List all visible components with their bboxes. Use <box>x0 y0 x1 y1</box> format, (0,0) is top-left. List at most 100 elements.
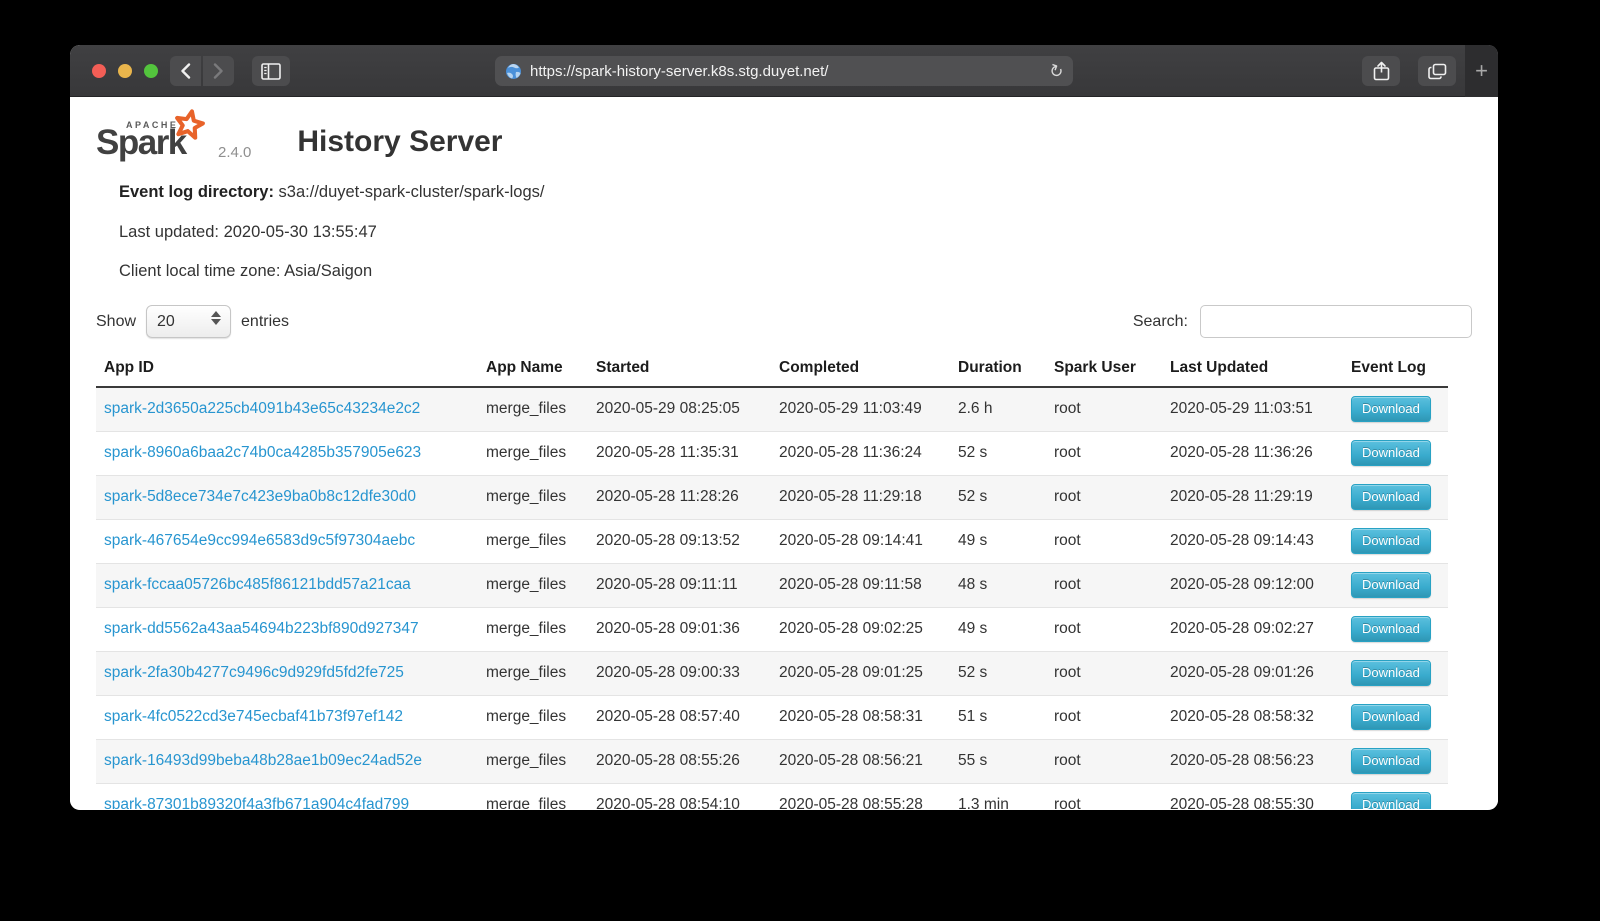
table-row: spark-2d3650a225cb4091b43e65c43234e2c2me… <box>96 387 1448 432</box>
completed-cell: 2020-05-28 09:11:58 <box>771 563 950 607</box>
table-header-row: App IDApp NameStartedCompletedDurationSp… <box>96 352 1448 387</box>
column-header-app-id[interactable]: App ID <box>96 352 478 387</box>
chevron-left-icon <box>180 63 191 79</box>
column-header-started[interactable]: Started <box>588 352 771 387</box>
column-header-spark-user[interactable]: Spark User <box>1046 352 1162 387</box>
started-cell: 2020-05-28 09:11:11 <box>588 563 771 607</box>
table-row: spark-dd5562a43aa54694b223bf890d927347me… <box>96 607 1448 651</box>
app-id-cell: spark-2d3650a225cb4091b43e65c43234e2c2 <box>96 387 478 432</box>
started-cell: 2020-05-29 08:25:05 <box>588 387 771 432</box>
table-row: spark-2fa30b4277c9496c9d929fd5fd2fe725 me… <box>96 651 1448 695</box>
show-label: Show <box>96 313 136 331</box>
spark-logo[interactable]: APACHE Spark <box>96 111 208 163</box>
app-id-cell: spark-4fc0522cd3e745ecbaf41b73f97ef142 <box>96 695 478 739</box>
app-id-link[interactable]: spark-8960a6baa2c74b0ca4285b357905e623 <box>104 444 421 461</box>
app-id-link[interactable]: spark-4fc0522cd3e745ecbaf41b73f97ef142 <box>104 708 403 725</box>
search-input[interactable] <box>1200 305 1472 338</box>
completed-cell: 2020-05-28 08:58:31 <box>771 695 950 739</box>
app-id-link[interactable]: spark-87301b89320f4a3fb671a904c4fad799 <box>104 796 409 809</box>
column-header-last-updated[interactable]: Last Updated <box>1162 352 1343 387</box>
close-button[interactable] <box>92 64 106 78</box>
event-log-cell: Download <box>1343 695 1448 739</box>
refresh-icon[interactable]: ↻ <box>1046 61 1065 82</box>
duration-cell: 52 s <box>950 475 1046 519</box>
app-id-cell: spark-16493d99beba48b28ae1b09ec24ad52e <box>96 739 478 783</box>
download-button[interactable]: Download <box>1351 572 1431 598</box>
duration-cell: 2.6 h <box>950 387 1046 432</box>
download-button[interactable]: Download <box>1351 396 1431 422</box>
app-id-link[interactable]: spark-2d3650a225cb4091b43e65c43234e2c2 <box>104 400 420 417</box>
tabs-icon <box>1428 63 1447 80</box>
app-id-link[interactable]: spark-fccaa05726bc485f86121bdd57a21caa <box>104 576 411 593</box>
app-name-cell: merge_files <box>478 431 588 475</box>
table-row: spark-467654e9cc994e6583d9c5f97304aebcme… <box>96 519 1448 563</box>
started-cell: 2020-05-28 11:35:31 <box>588 431 771 475</box>
last-updated-cell: 2020-05-28 09:01:26 <box>1162 651 1343 695</box>
share-button[interactable] <box>1362 56 1400 86</box>
applications-table: App IDApp NameStartedCompletedDurationSp… <box>96 352 1448 810</box>
download-button[interactable]: Download <box>1351 704 1431 730</box>
completed-cell: 2020-05-28 11:36:24 <box>771 431 950 475</box>
table-row: spark-fccaa05726bc485f86121bdd57a21caa me… <box>96 563 1448 607</box>
spark-user-cell: root <box>1046 695 1162 739</box>
last-updated-cell: 2020-05-28 08:56:23 <box>1162 739 1343 783</box>
table-controls: Show 20 entries Search: <box>96 302 1472 342</box>
sidebar-icon <box>261 63 281 80</box>
download-button[interactable]: Download <box>1351 484 1431 510</box>
entries-select[interactable]: 20 <box>146 305 231 338</box>
last-updated-line: Last updated: 2020-05-30 13:55:47 <box>119 223 1498 242</box>
show-tabs-button[interactable] <box>1418 56 1456 86</box>
spark-user-cell: root <box>1046 783 1162 809</box>
zoom-button[interactable] <box>144 64 158 78</box>
started-cell: 2020-05-28 11:28:26 <box>588 475 771 519</box>
app-id-link[interactable]: spark-dd5562a43aa54694b223bf890d927347 <box>104 620 419 637</box>
column-header-duration[interactable]: Duration <box>950 352 1046 387</box>
spark-user-cell: root <box>1046 739 1162 783</box>
download-button[interactable]: Download <box>1351 616 1431 642</box>
duration-cell: 49 s <box>950 519 1046 563</box>
completed-cell: 2020-05-28 09:02:25 <box>771 607 950 651</box>
app-id-link[interactable]: spark-2fa30b4277c9496c9d929fd5fd2fe725 <box>104 664 404 681</box>
last-updated-cell: 2020-05-28 08:58:32 <box>1162 695 1343 739</box>
column-header-event-log[interactable]: Event Log <box>1343 352 1448 387</box>
server-info: Event log directory: s3a://duyet-spark-c… <box>119 183 1498 281</box>
event-log-directory-label: Event log directory: <box>119 183 274 201</box>
new-tab-button[interactable]: + <box>1465 45 1498 97</box>
completed-cell: 2020-05-28 08:56:21 <box>771 739 950 783</box>
download-button[interactable]: Download <box>1351 748 1431 774</box>
download-button[interactable]: Download <box>1351 528 1431 554</box>
last-updated-cell: 2020-05-29 11:03:51 <box>1162 387 1343 432</box>
column-header-app-name[interactable]: App Name <box>478 352 588 387</box>
app-id-link[interactable]: spark-16493d99beba48b28ae1b09ec24ad52e <box>104 752 422 769</box>
download-button[interactable]: Download <box>1351 792 1431 809</box>
duration-cell: 55 s <box>950 739 1046 783</box>
address-bar[interactable]: https://spark-history-server.k8s.stg.duy… <box>495 56 1073 86</box>
event-log-cell: Download <box>1343 387 1448 432</box>
column-header-completed[interactable]: Completed <box>771 352 950 387</box>
app-id-cell: spark-87301b89320f4a3fb671a904c4fad799 <box>96 783 478 809</box>
search-label: Search: <box>1133 313 1188 331</box>
last-updated-cell: 2020-05-28 09:12:00 <box>1162 563 1343 607</box>
minimize-button[interactable] <box>118 64 132 78</box>
table-row: spark-87301b89320f4a3fb671a904c4fad799me… <box>96 783 1448 809</box>
page-title: History Server <box>297 125 502 163</box>
app-id-link[interactable]: spark-5d8ece734e7c423e9ba0b8c12dfe30d0 <box>104 488 416 505</box>
app-name-cell: merge_files <box>478 695 588 739</box>
download-button[interactable]: Download <box>1351 660 1431 686</box>
app-name-cell: merge_files <box>478 651 588 695</box>
table-row: spark-8960a6baa2c74b0ca4285b357905e623 me… <box>96 431 1448 475</box>
app-name-cell: merge_files <box>478 563 588 607</box>
spark-user-cell: root <box>1046 431 1162 475</box>
site-globe-icon <box>505 63 522 80</box>
event-log-cell: Download <box>1343 475 1448 519</box>
forward-button[interactable] <box>203 56 234 86</box>
table-row: spark-16493d99beba48b28ae1b09ec24ad52eme… <box>96 739 1448 783</box>
duration-cell: 52 s <box>950 431 1046 475</box>
app-id-link[interactable]: spark-467654e9cc994e6583d9c5f97304aebc <box>104 532 415 549</box>
back-button[interactable] <box>170 56 201 86</box>
select-stepper-icon <box>211 311 221 325</box>
table-row: spark-5d8ece734e7c423e9ba0b8c12dfe30d0me… <box>96 475 1448 519</box>
share-icon <box>1373 61 1390 81</box>
sidebar-toggle-button[interactable] <box>252 56 290 86</box>
download-button[interactable]: Download <box>1351 440 1431 466</box>
